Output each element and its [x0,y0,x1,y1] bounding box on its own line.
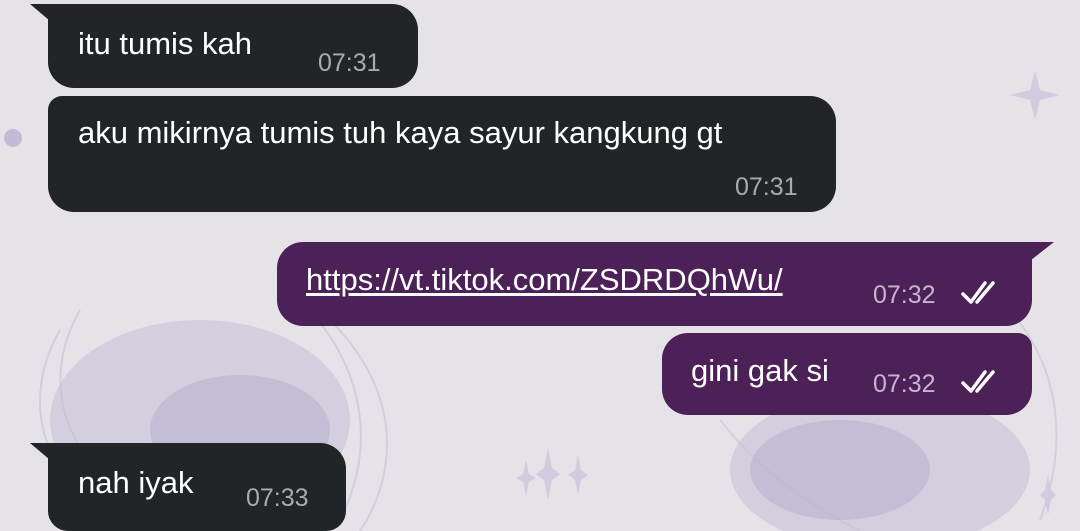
bubble-tail [1026,242,1054,264]
message-timestamp: 07:32 [873,370,936,398]
message-timestamp: 07:33 [246,484,309,512]
message-text: itu tumis kah [78,26,253,61]
message-bubble-incoming[interactable]: nah iyak 07:33 [30,443,346,531]
message-text: nah iyak [78,465,194,500]
message-text: aku mikirnya tumis tuh kaya sayur kangku… [78,115,723,150]
message-timestamp: 07:32 [873,281,936,309]
message-bubble-outgoing[interactable]: https://vt.tiktok.com/ZSDRDQhWu/ 07:32 [277,242,1054,326]
bubble-tail [30,443,56,465]
message-bubble-outgoing[interactable]: gini gak si 07:32 [662,333,1032,415]
message-text: gini gak si [691,353,829,388]
message-bubble-incoming[interactable]: aku mikirnya tumis tuh kaya sayur kangku… [48,96,836,212]
message-link[interactable]: https://vt.tiktok.com/ZSDRDQhWu/ [306,262,783,298]
sparkle-icon [1010,70,1060,120]
bubble-tail [30,4,56,26]
message-timestamp: 07:31 [318,49,381,77]
double-check-icon [961,370,995,393]
message-bubble-incoming[interactable]: itu tumis kah 07:31 [30,4,418,88]
double-check-icon [961,281,995,304]
message-timestamp: 07:31 [735,173,798,201]
